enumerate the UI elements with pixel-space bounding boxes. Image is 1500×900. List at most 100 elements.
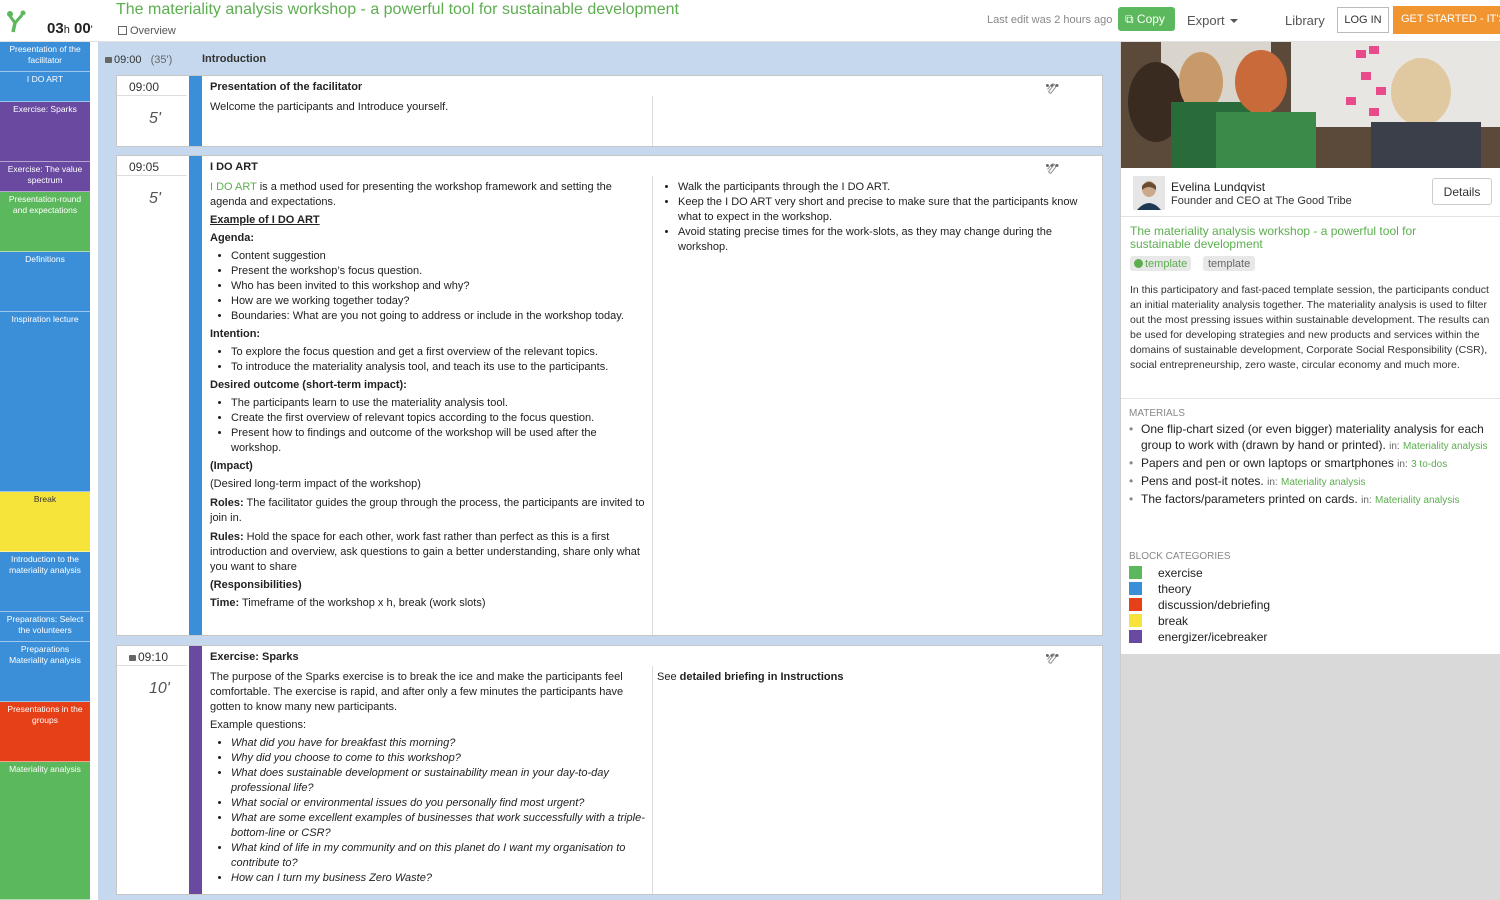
sidebar-item-inspiration-lecture[interactable]: Inspiration lecture: [0, 312, 90, 492]
agenda-block-presentation[interactable]: 09:00 5' Presentation of the facilitator…: [116, 75, 1103, 147]
block-duration[interactable]: 10': [149, 680, 170, 698]
list-item: How are we working together today?: [231, 294, 645, 309]
sidebar-item-preparations-materiality[interactable]: Preparations Materiality analysis: [0, 642, 90, 702]
block-duration[interactable]: 5': [149, 110, 161, 128]
agenda-heading: Agenda:: [210, 232, 254, 244]
list-item: Who has been invited to this workshop an…: [231, 279, 645, 294]
intention-heading: Intention:: [210, 328, 261, 340]
duration-minutes: 00: [73, 20, 91, 37]
outcome-list: The participants learn to use the materi…: [210, 396, 645, 456]
materials-heading: MATERIALS: [1129, 408, 1185, 419]
rules-label: Rules:: [210, 531, 244, 543]
library-link[interactable]: Library: [1285, 13, 1325, 28]
category-label: energizer/icebreaker: [1158, 630, 1268, 644]
sidebar-item-break[interactable]: Break: [0, 492, 90, 552]
material-ref-link[interactable]: Materiality analysis: [1403, 441, 1487, 452]
total-duration: 03h 00': [47, 20, 93, 37]
material-text: Pens and post-it notes.: [1141, 474, 1264, 488]
category-label: discussion/debriefing: [1158, 598, 1271, 612]
material-ref-link[interactable]: 3 to-dos: [1411, 459, 1447, 470]
sidebar-item-presentations-groups[interactable]: Presentations in the groups: [0, 702, 90, 762]
copy-label: Copy: [1136, 12, 1165, 26]
intention-list: To explore the focus question and get a …: [210, 345, 645, 375]
author-name[interactable]: Evelina Lundqvist: [1171, 180, 1265, 194]
list-item: Keep the I DO ART very short and precise…: [678, 195, 1097, 225]
lock-icon: [105, 57, 112, 63]
get-started-button[interactable]: GET STARTED - IT'S FREE: [1393, 6, 1500, 34]
material-ref-link[interactable]: Materiality analysis: [1375, 495, 1459, 506]
category-label: break: [1158, 614, 1189, 628]
block-instructions[interactable]: See detailed briefing in Instructions: [657, 670, 1097, 685]
block-description[interactable]: The purpose of the Sparks exercise is to…: [210, 670, 645, 886]
paperclip-icon[interactable]: [1046, 653, 1056, 665]
sidebar-item-materiality-analysis[interactable]: Materiality analysis: [0, 762, 90, 900]
list-item: One flip-chart sized (or even bigger) ma…: [1129, 421, 1491, 455]
caret-down-icon: [1229, 19, 1238, 23]
overview-link[interactable]: Overview: [118, 25, 176, 37]
sidebar-item-presentation[interactable]: Presentation of the facilitator: [0, 42, 90, 72]
avatar[interactable]: [1133, 176, 1165, 210]
block-title[interactable]: Presentation of the facilitator: [210, 81, 362, 93]
sidebar-item-value-spectrum[interactable]: Exercise: The value spectrum: [0, 162, 90, 192]
details-button[interactable]: Details: [1432, 178, 1492, 205]
block-duration[interactable]: 5': [149, 190, 161, 208]
paperclip-icon[interactable]: [1046, 83, 1056, 95]
category-label: theory: [1158, 582, 1192, 596]
list-item: Present how to findings and outcome of t…: [231, 426, 645, 456]
copy-icon: ⧉: [1125, 12, 1134, 26]
block-category-bar: [189, 646, 202, 894]
category-label: exercise: [1158, 566, 1203, 580]
list-item: What does sustainable development or sus…: [231, 766, 645, 796]
divider: [1121, 398, 1500, 399]
sidebar-item-select-volunteers[interactable]: Preparations: Select the volunteers: [0, 612, 90, 642]
summary-title[interactable]: The materiality analysis workshop - a po…: [1130, 225, 1460, 251]
agenda-main: 09:00 (35') Introduction 09:00 5' Presen…: [98, 42, 1120, 900]
block-title[interactable]: I DO ART: [210, 161, 258, 173]
agenda-block-sparks[interactable]: 09:10 10' Exercise: Sparks ••• The purpo…: [116, 645, 1103, 895]
export-dropdown[interactable]: Export: [1187, 13, 1238, 28]
list-item: Content suggestion: [231, 249, 645, 264]
list-item: Boundaries: What are you not going to ad…: [231, 309, 645, 324]
block-title[interactable]: Exercise: Sparks: [210, 651, 299, 663]
column-divider: [652, 666, 653, 894]
intro-text: is a method used for presenting the work…: [210, 181, 612, 208]
block-description[interactable]: I DO ART is a method used for presenting…: [210, 180, 645, 611]
sidebar-item-sparks[interactable]: Exercise: Sparks: [0, 102, 90, 162]
session-duration: (35'): [150, 54, 173, 66]
i-do-art-link[interactable]: I DO ART: [210, 181, 257, 193]
session-section-title[interactable]: Introduction: [202, 53, 266, 65]
sidebar-item-definitions[interactable]: Definitions: [0, 252, 90, 312]
agenda-block-i-do-art[interactable]: 09:05 5' I DO ART ••• I DO ART is a meth…: [116, 155, 1103, 636]
export-label: Export: [1187, 13, 1225, 28]
sidebar-item-intro-materiality[interactable]: Introduction to the materiality analysis: [0, 552, 90, 612]
block-time-divider: [117, 156, 187, 176]
time-label: Time:: [210, 597, 240, 609]
sidebar-item-presentation-round[interactable]: Presentation-round and expectations: [0, 192, 90, 252]
tag-template[interactable]: template: [1203, 256, 1256, 271]
session-info-card: Evelina Lundqvist Founder and CEO at The…: [1121, 168, 1500, 654]
material-ref-link[interactable]: Materiality analysis: [1281, 477, 1365, 488]
copy-button[interactable]: ⧉ Copy: [1118, 7, 1175, 31]
sidebar-item-i-do-art[interactable]: I DO ART: [0, 72, 90, 102]
block-description[interactable]: Welcome the participants and Introduce y…: [210, 100, 645, 115]
sessionlab-logo-icon[interactable]: [4, 8, 28, 34]
column-divider: [652, 176, 653, 635]
materials-list: One flip-chart sized (or even bigger) ma…: [1129, 421, 1491, 509]
tag-public[interactable]: template: [1130, 256, 1192, 271]
time-text: Timeframe of the workshop x h, break (wo…: [239, 597, 486, 609]
block-instructions[interactable]: Walk the participants through the I DO A…: [657, 180, 1097, 255]
see-briefing: detailed briefing in Instructions: [679, 671, 844, 683]
block-time-divider: [117, 76, 187, 96]
login-button[interactable]: LOG IN: [1337, 7, 1389, 33]
paperclip-icon[interactable]: [1046, 163, 1056, 175]
list-item: The factors/parameters printed on cards.…: [1129, 491, 1491, 509]
list-item: Present the workshop’s focus question.: [231, 264, 645, 279]
session-header: 09:00 (35'): [105, 54, 172, 66]
list-item: Avoid stating precise times for the work…: [678, 225, 1097, 255]
list-item: What are some excellent examples of busi…: [231, 811, 645, 841]
responsibilities-heading: (Responsibilities): [210, 579, 302, 591]
list-item: Pens and post-it notes. in: Materiality …: [1129, 473, 1491, 491]
example-link[interactable]: Example of I DO ART: [210, 214, 320, 226]
column-divider: [652, 96, 653, 146]
session-title[interactable]: The materiality analysis workshop - a po…: [116, 1, 679, 19]
